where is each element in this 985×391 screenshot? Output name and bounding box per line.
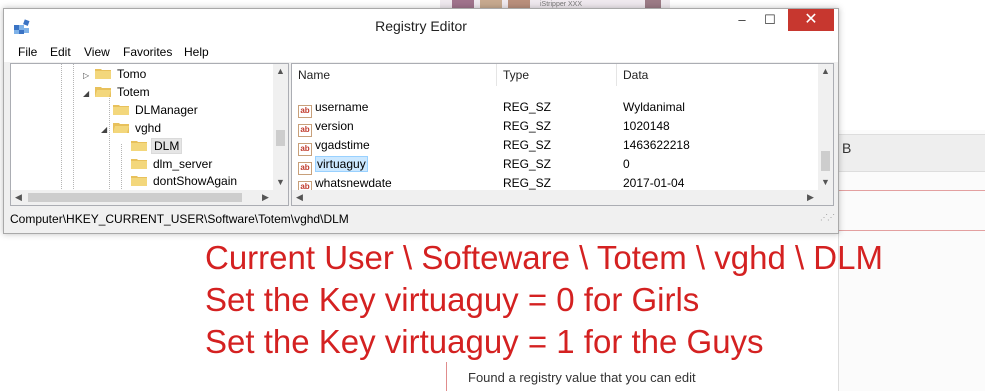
value-row[interactable]: ab username REG_SZ Wyldanimal	[292, 98, 818, 118]
column-header-data[interactable]: Data	[617, 64, 820, 86]
registry-editor-window: Registry Editor – ☐ ✕ File Edit View Fav…	[3, 8, 839, 234]
annotation-line-2: Set the Key virtuaguy = 0 for Girls	[205, 281, 700, 318]
resize-grip-icon[interactable]: ⋰⋰	[820, 208, 835, 228]
scroll-left-arrow-icon[interactable]: ◀	[292, 190, 307, 205]
tree-item-totem[interactable]: Totem	[95, 83, 152, 101]
tree-item-label: DLM	[151, 138, 183, 154]
value-data: 1020148	[623, 119, 670, 133]
value-data: 1463622218	[623, 138, 690, 152]
folder-icon	[131, 176, 147, 186]
expanded-arrow-icon[interactable]: ◢	[83, 89, 89, 98]
background-cell	[838, 134, 985, 172]
values-list-pane[interactable]: Name Type Data ab username REG_SZ Wyldani…	[291, 63, 834, 206]
value-name: virtuaguy	[315, 156, 368, 172]
scroll-up-arrow-icon[interactable]: ▲	[818, 64, 833, 79]
annotation-line-3: Set the Key virtuaguy = 1 for the Guys	[205, 323, 764, 360]
collapsed-arrow-icon[interactable]: ▷	[83, 71, 89, 80]
annotation-line-1: Current User \ Softeware \ Totem \ vghd …	[205, 239, 883, 276]
background-cell-text: B	[842, 140, 852, 156]
scroll-left-arrow-icon[interactable]: ◀	[11, 190, 26, 205]
values-horizontal-scrollbar[interactable]: ◀ ▶	[292, 190, 818, 205]
tree-horizontal-scrollbar[interactable]: ◀ ▶	[11, 190, 273, 205]
menu-file[interactable]: File	[18, 45, 37, 59]
menu-favorites[interactable]: Favorites	[123, 45, 172, 59]
tree-vertical-scrollbar[interactable]: ▲ ▼	[273, 64, 288, 190]
background-text: Found a registry value that you can edit	[468, 370, 696, 385]
value-data: Wyldanimal	[623, 100, 685, 114]
value-row[interactable]: ab vgadstime REG_SZ 1463622218	[292, 136, 818, 156]
value-name: username	[315, 100, 369, 114]
tree-guide-line	[73, 64, 74, 189]
background-divider	[838, 190, 985, 191]
value-type: REG_SZ	[503, 138, 552, 152]
tree-item-dontshowagain[interactable]: dontShowAgain	[131, 172, 239, 189]
scroll-thumb[interactable]	[276, 130, 285, 146]
tree-guide-line	[121, 144, 122, 189]
folder-icon	[113, 105, 129, 115]
scroll-corner	[818, 190, 833, 205]
tree-item-label: dontShowAgain	[153, 174, 238, 188]
tree-item-tomo[interactable]: Tomo	[95, 65, 148, 83]
minimize-button[interactable]: –	[728, 9, 756, 31]
value-name: whatsnewdate	[315, 176, 392, 190]
column-header-name[interactable]: Name	[292, 64, 497, 86]
window-title: Registry Editor	[375, 18, 467, 34]
values-vertical-scrollbar[interactable]: ▲ ▼	[818, 64, 833, 190]
tree-item-dlm-server[interactable]: dlm_server	[131, 155, 214, 173]
maximize-button[interactable]: ☐	[756, 9, 784, 31]
menu-bar: File Edit View Favorites Help	[4, 43, 838, 62]
folder-icon	[131, 159, 147, 169]
status-bar: Computer\HKEY_CURRENT_USER\Software\Tote…	[4, 209, 838, 231]
scroll-thumb[interactable]	[821, 151, 830, 171]
close-button[interactable]: ✕	[788, 9, 834, 31]
scroll-up-arrow-icon[interactable]: ▲	[273, 64, 288, 79]
scroll-down-arrow-icon[interactable]: ▼	[273, 175, 288, 190]
value-name: vgadstime	[315, 138, 370, 152]
menu-view[interactable]: View	[84, 45, 110, 59]
tree-item-label: vghd	[135, 121, 162, 135]
tree-item-vghd[interactable]: vghd	[113, 119, 163, 137]
tree-item-label: DLManager	[135, 103, 198, 117]
scroll-corner	[273, 190, 288, 205]
background-divider	[446, 362, 447, 391]
value-type: REG_SZ	[503, 157, 552, 171]
tree-guide-line	[61, 64, 62, 189]
value-row[interactable]: ab version REG_SZ 1020148	[292, 117, 818, 137]
background-caption: iStripper XXX	[540, 1, 583, 8]
scroll-thumb[interactable]	[28, 193, 242, 202]
scroll-down-arrow-icon[interactable]: ▼	[818, 175, 833, 190]
tree-item-dlmanager[interactable]: DLManager	[113, 101, 200, 119]
value-data: 0	[623, 157, 630, 171]
key-tree-pane[interactable]: ▷ Tomo ◢ Totem DLManager ◢ vghd DLM dlm_…	[10, 63, 289, 206]
menu-edit[interactable]: Edit	[50, 45, 71, 59]
scroll-right-arrow-icon[interactable]: ▶	[258, 190, 273, 205]
expanded-arrow-icon[interactable]: ◢	[101, 125, 107, 134]
value-type: REG_SZ	[503, 100, 552, 114]
tree-item-label: Tomo	[117, 67, 147, 81]
folder-open-icon	[95, 87, 111, 97]
title-bar[interactable]: Registry Editor – ☐ ✕	[4, 9, 838, 43]
background-divider	[838, 230, 985, 231]
folder-open-icon	[113, 123, 129, 133]
folder-icon	[95, 69, 111, 79]
menu-help[interactable]: Help	[184, 45, 209, 59]
tree-item-dlm[interactable]: DLM	[131, 137, 183, 155]
status-path: Computer\HKEY_CURRENT_USER\Software\Tote…	[10, 212, 349, 226]
value-type: REG_SZ	[503, 119, 552, 133]
scroll-right-arrow-icon[interactable]: ▶	[803, 190, 818, 205]
value-row-selected[interactable]: ab virtuaguy REG_SZ 0	[292, 155, 818, 175]
value-name: version	[315, 119, 354, 133]
column-header-type[interactable]: Type	[497, 64, 617, 86]
tree-item-label: dlm_server	[153, 157, 213, 171]
folder-icon	[131, 141, 147, 151]
tree-guide-line	[109, 90, 110, 189]
tree-item-label: Totem	[117, 85, 150, 99]
